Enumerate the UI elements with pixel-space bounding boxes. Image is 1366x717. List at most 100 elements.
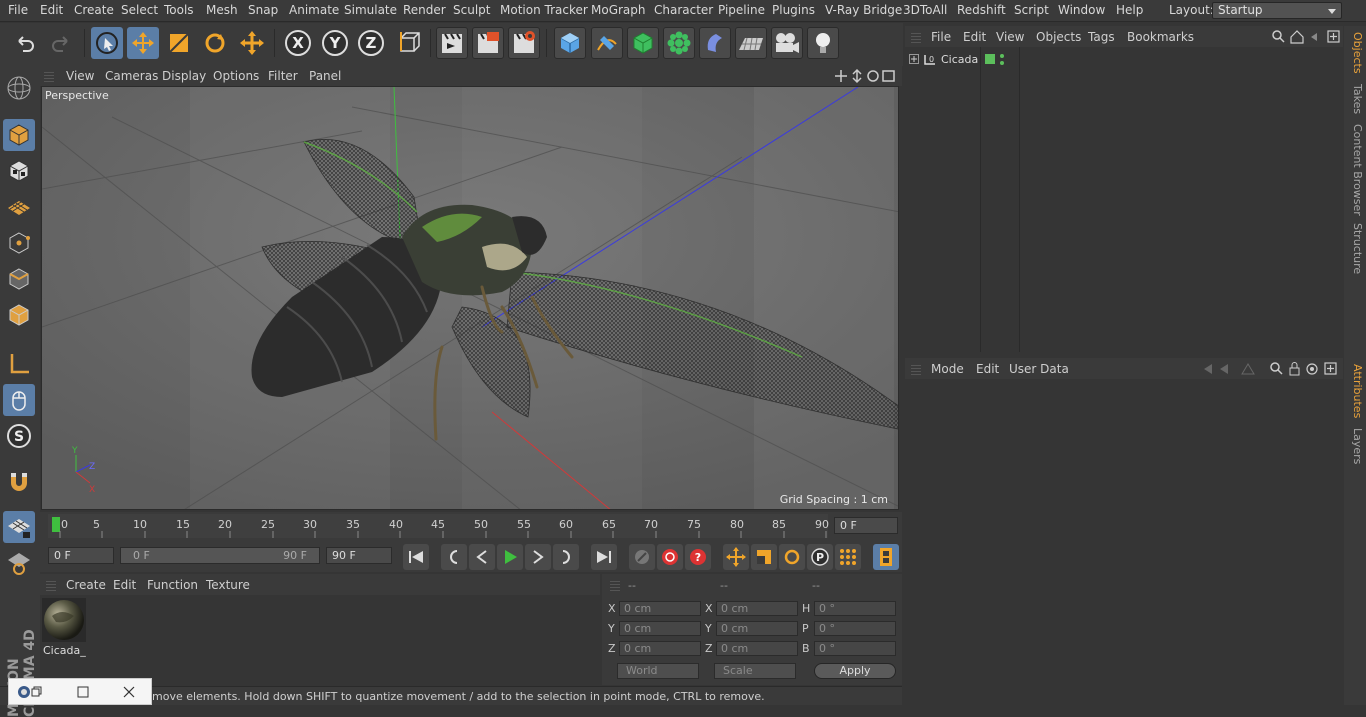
render-settings-button[interactable] [508, 27, 540, 59]
apply-button[interactable]: Apply [814, 663, 896, 679]
viewport-menu-options[interactable]: Options [213, 69, 259, 83]
attributes-menu-edit[interactable]: Edit [976, 362, 999, 376]
frame-ruler[interactable]: 0 5 10 15 20 25 30 35 40 45 50 55 60 65 … [48, 514, 829, 538]
key-rotation-button[interactable] [779, 544, 805, 570]
autokeying-button[interactable]: ? [685, 544, 711, 570]
floor-object-button[interactable] [735, 27, 767, 59]
minimized-window[interactable] [8, 678, 152, 705]
render-picture-viewer-button[interactable] [472, 27, 504, 59]
scale-tool-button[interactable] [163, 27, 195, 59]
texture-mode-button[interactable] [3, 155, 35, 187]
size-y-field[interactable]: 0 cm [716, 621, 798, 636]
expand-icon[interactable] [909, 54, 919, 64]
viewport-menu-filter[interactable]: Filter [268, 69, 298, 83]
menu-create[interactable]: Create [74, 3, 114, 17]
snap-button[interactable] [3, 466, 35, 498]
model-mode-button[interactable] [3, 119, 35, 151]
world-select[interactable]: World [617, 663, 699, 679]
tab-content-browser[interactable]: Content Browser [1346, 124, 1364, 216]
material-menu-function[interactable]: Function [147, 578, 198, 592]
menu-plugins[interactable]: Plugins [772, 3, 815, 17]
deformer-button[interactable] [699, 27, 731, 59]
camera-object-button[interactable] [771, 27, 803, 59]
timeline-button[interactable] [873, 544, 899, 570]
perspective-viewport[interactable]: Y Z X Perspective Grid Spacing : 1 cm [41, 86, 899, 510]
menu-help[interactable]: Help [1116, 3, 1143, 17]
record-disabled-button[interactable] [629, 544, 655, 570]
material-menu-texture[interactable]: Texture [206, 578, 250, 592]
menu-vray-bridge[interactable]: V-Ray Bridge [825, 3, 902, 17]
menu-file[interactable]: File [8, 3, 28, 17]
object-row[interactable]: 0 Cicada [905, 52, 1343, 68]
next-frame-button[interactable] [525, 544, 551, 570]
viewport-menu-display[interactable]: Display [162, 69, 206, 83]
transform-tool-button[interactable] [236, 27, 268, 59]
previous-frame-button[interactable] [469, 544, 495, 570]
go-to-start-button[interactable] [403, 544, 429, 570]
points-mode-button[interactable] [3, 227, 35, 259]
end-frame-field[interactable]: 90 F [326, 547, 392, 564]
y-axis-lock-button[interactable]: Y [319, 27, 351, 59]
menu-window[interactable]: Window [1058, 3, 1105, 17]
scale-select[interactable]: Scale [714, 663, 796, 679]
tab-layers[interactable]: Layers [1346, 428, 1364, 464]
object-name[interactable]: Cicada [941, 53, 978, 66]
solo-button[interactable]: S [3, 420, 35, 452]
objects-menu-view[interactable]: View [996, 30, 1024, 44]
viewport-menu-view[interactable]: View [66, 69, 94, 83]
playhead[interactable] [52, 517, 60, 532]
position-y-field[interactable]: 0 cm [619, 621, 701, 636]
objects-menu-file[interactable]: File [931, 30, 951, 44]
cube-object-button[interactable] [554, 27, 586, 59]
objects-menu-tags[interactable]: Tags [1088, 30, 1115, 44]
size-z-field[interactable]: 0 cm [716, 641, 798, 656]
menu-sculpt[interactable]: Sculpt [453, 3, 490, 17]
material-menu-edit[interactable]: Edit [113, 578, 136, 592]
close-icon[interactable] [123, 686, 135, 698]
previous-key-button[interactable] [441, 544, 467, 570]
light-object-button[interactable] [807, 27, 839, 59]
material-item[interactable]: Cicada_ [42, 598, 86, 657]
menu-edit[interactable]: Edit [40, 3, 63, 17]
polygons-mode-button[interactable] [3, 299, 35, 331]
objects-menu-objects[interactable]: Objects [1036, 30, 1081, 44]
visibility-dots-icon[interactable] [999, 53, 1005, 67]
menu-character[interactable]: Character [654, 3, 713, 17]
restore-icon[interactable] [31, 686, 43, 698]
coordinate-system-button[interactable] [393, 27, 425, 59]
objects-menu-bookmarks[interactable]: Bookmarks [1127, 30, 1194, 44]
render-view-button[interactable] [436, 27, 468, 59]
menu-pipeline[interactable]: Pipeline [718, 3, 765, 17]
menu-mograph[interactable]: MoGraph [591, 3, 646, 17]
objects-menu-edit[interactable]: Edit [963, 30, 986, 44]
menu-redshift[interactable]: Redshift [957, 3, 1006, 17]
material-menu-create[interactable]: Create [66, 578, 106, 592]
tab-objects[interactable]: Objects [1346, 32, 1364, 74]
menu-script[interactable]: Script [1014, 3, 1049, 17]
object-manager-tools[interactable] [1271, 29, 1341, 45]
rotate-tool-button[interactable] [199, 27, 231, 59]
menu-select[interactable]: Select [121, 3, 158, 17]
make-editable-button[interactable] [3, 72, 35, 104]
menu-motion-tracker[interactable]: Motion Tracker [500, 3, 588, 17]
tweak-mode-button[interactable] [3, 384, 35, 416]
key-position-button[interactable] [723, 544, 749, 570]
rotation-h-field[interactable]: 0 ° [814, 601, 896, 616]
move-tool-button[interactable] [127, 27, 159, 59]
pen-spline-button[interactable] [591, 27, 623, 59]
menu-render[interactable]: Render [403, 3, 446, 17]
attributes-menu-mode[interactable]: Mode [931, 362, 964, 376]
workplane-mode-button[interactable] [3, 191, 35, 223]
tab-attributes[interactable]: Attributes [1346, 364, 1364, 418]
tab-takes[interactable]: Takes [1346, 84, 1364, 114]
z-axis-lock-button[interactable]: Z [355, 27, 387, 59]
viewport-menu-panel[interactable]: Panel [309, 69, 341, 83]
locked-workplane-button[interactable] [3, 547, 35, 579]
attribute-manager-tools[interactable] [1200, 361, 1340, 377]
rotation-p-field[interactable]: 0 ° [814, 621, 896, 636]
edges-mode-button[interactable] [3, 263, 35, 295]
menu-tools[interactable]: Tools [164, 3, 194, 17]
cloner-button[interactable] [663, 27, 695, 59]
menu-animate[interactable]: Animate [289, 3, 339, 17]
key-parameter-button[interactable]: P [807, 544, 833, 570]
